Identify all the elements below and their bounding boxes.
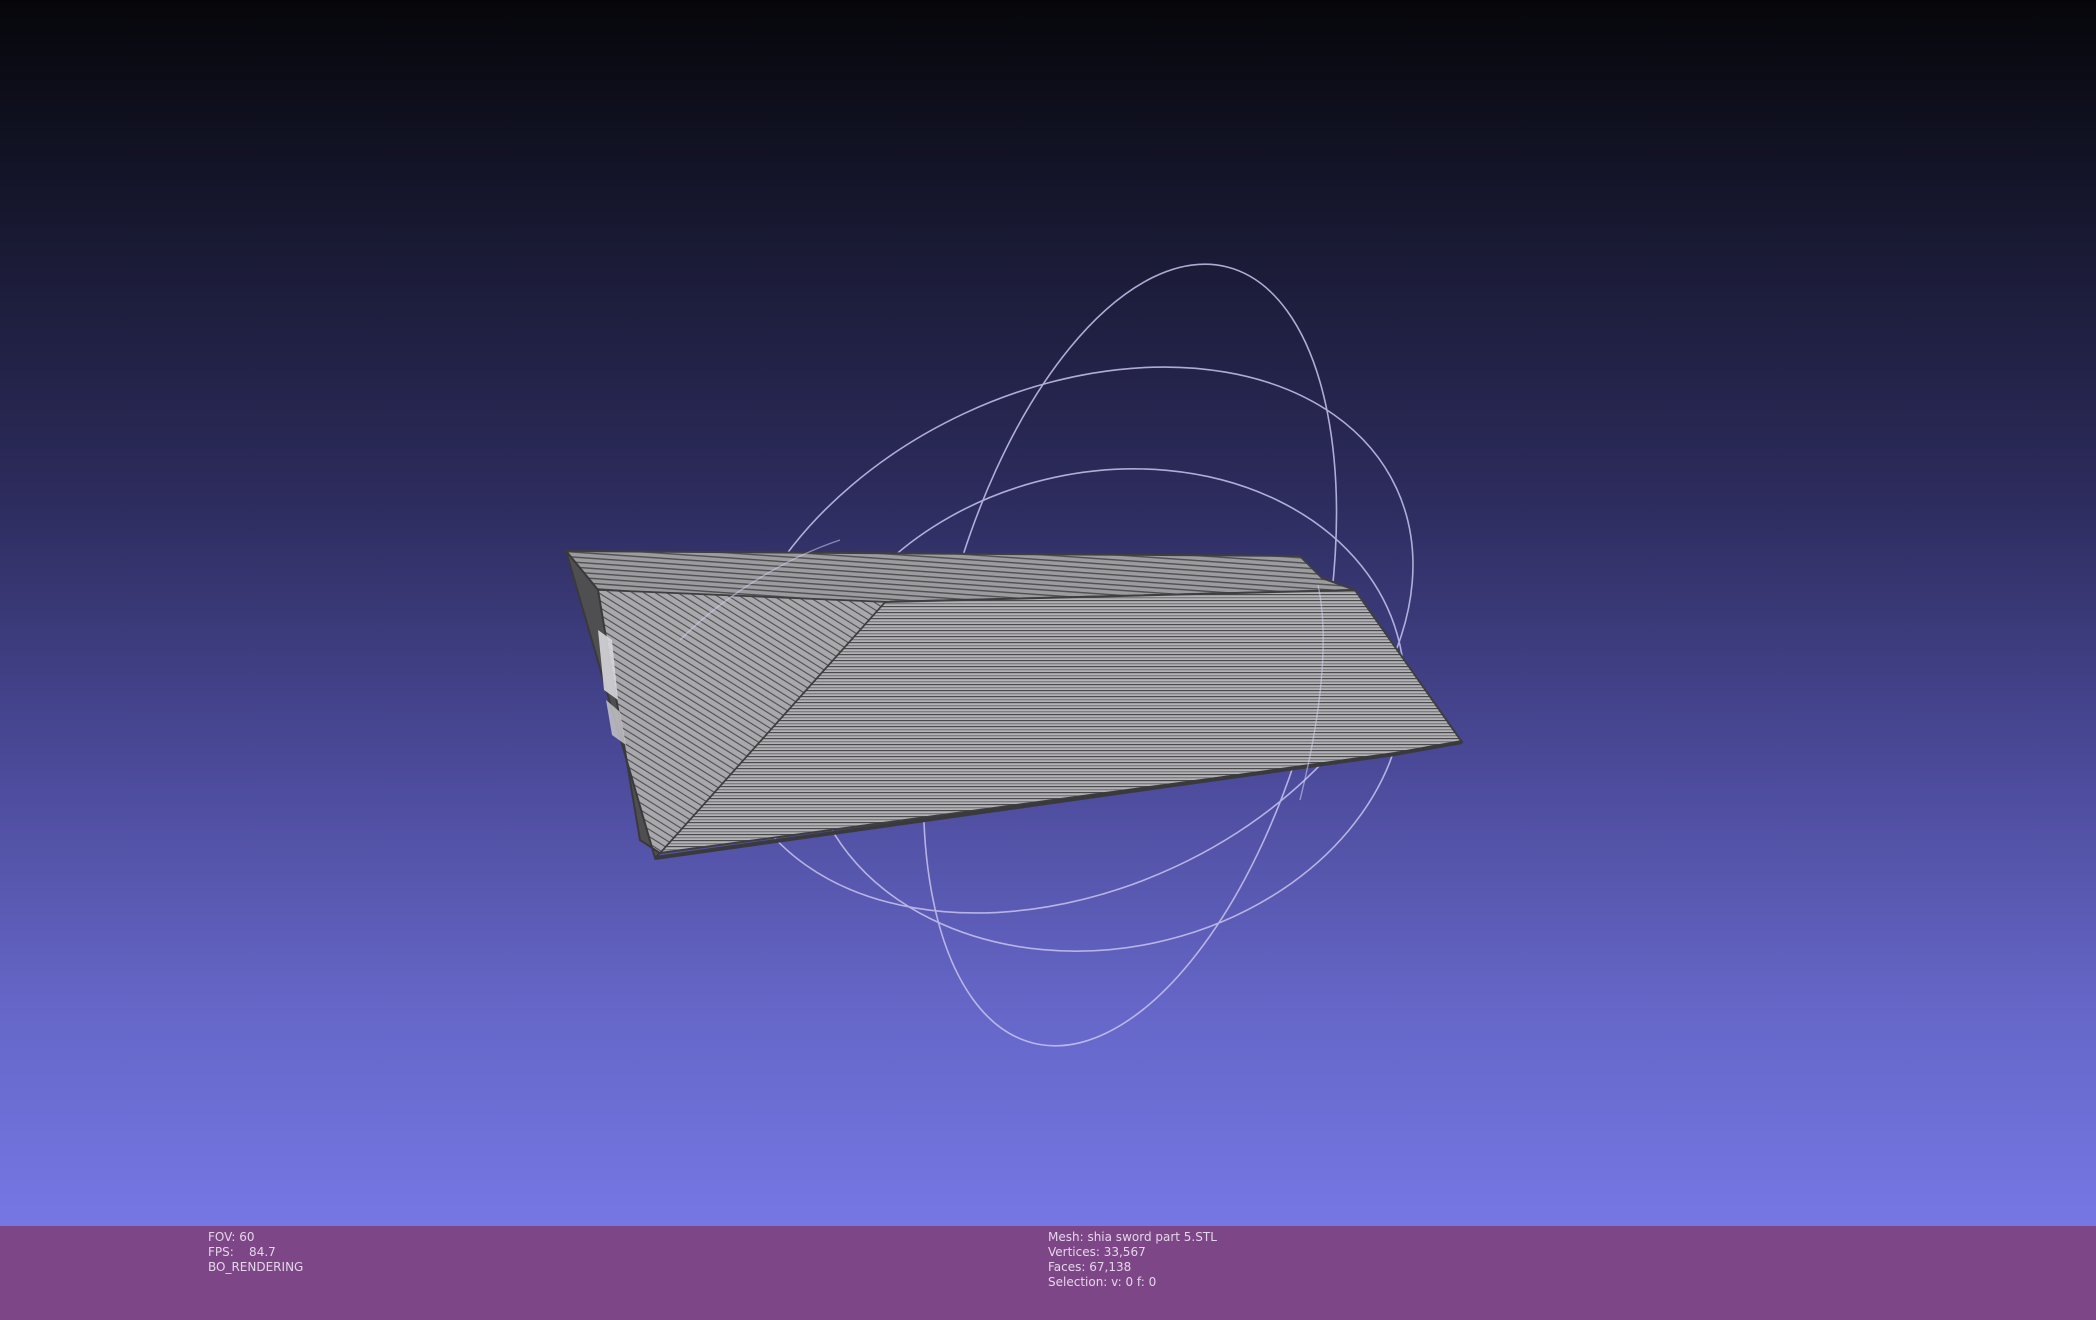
faces-label: Faces: 67,138: [1048, 1260, 1132, 1274]
mesh-name-label: Mesh: shia sword part 5.STL: [1048, 1230, 1217, 1244]
fov-label: FOV: 60: [208, 1230, 255, 1244]
render-mode-label: BO_RENDERING: [208, 1260, 304, 1274]
scene-canvas[interactable]: [0, 0, 2096, 1226]
fps-label: FPS: 84.7: [208, 1245, 276, 1259]
render-info: FOV: 60 FPS: 84.7 BO_RENDERING: [208, 1230, 303, 1275]
mesh-model[interactable]: [563, 549, 1464, 860]
vertices-label: Vertices: 33,567: [1048, 1245, 1146, 1259]
3d-viewport[interactable]: [0, 0, 2096, 1226]
selection-label: Selection: v: 0 f: 0: [1048, 1275, 1157, 1289]
mesh-info: Mesh: shia sword part 5.STL Vertices: 33…: [1048, 1230, 1217, 1290]
info-bar: FOV: 60 FPS: 84.7 BO_RENDERING Mesh: shi…: [0, 1226, 2096, 1320]
